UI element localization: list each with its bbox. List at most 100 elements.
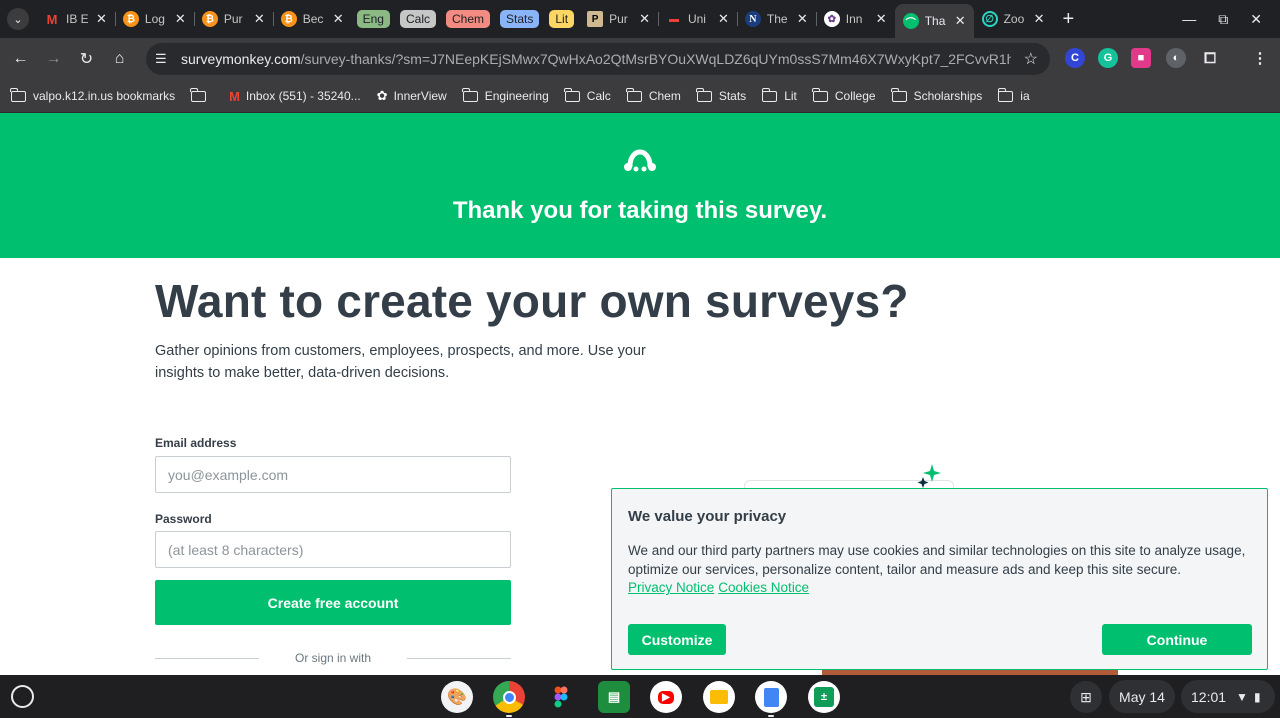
tab[interactable]: ✿ Inn ✕ [815,4,895,34]
bookmark-label: ia [1020,89,1030,103]
close-icon[interactable]: ✕ [955,13,966,29]
password-label: Password [155,512,212,526]
cookies-notice-link[interactable]: Cookies Notice [718,580,809,595]
wifi-icon: ▼ [1236,689,1248,704]
password-field[interactable] [155,531,511,568]
extension-shell-icon[interactable]: ◐ [1166,48,1186,68]
bookmark-folder-ia[interactable]: ia [997,87,1030,103]
tab[interactable]: ₿ Pur ✕ [193,4,273,34]
youtube-icon[interactable]: ▶ [650,681,682,713]
launcher-button[interactable] [11,685,34,708]
close-icon[interactable]: ✕ [254,11,265,27]
bookmark-folder-stats[interactable]: Stats [696,87,746,103]
classroom-icon[interactable]: ▤ [598,681,630,713]
window-controls: — ⧉ ✕ [1182,0,1280,38]
holding-space-icon[interactable]: ⊞ [1070,681,1102,713]
bookmark-folder-scholarships[interactable]: Scholarships [890,87,983,103]
tab[interactable]: ₿ Log ✕ [114,4,194,34]
chrome-icon[interactable] [493,681,525,713]
continue-button[interactable]: Continue [1102,624,1252,655]
figma-glyph [554,686,568,708]
site-info-icon[interactable]: ☰ [155,51,175,67]
bookmark-folder-chem[interactable]: Chem [626,87,681,103]
bookmark-label: Engineering [484,89,549,103]
bitcoin-icon: ₿ [122,11,139,27]
calculator-icon[interactable]: ± [808,681,840,713]
dash-icon: ▬ [668,13,679,25]
privacy-notice-link[interactable]: Privacy Notice [628,580,714,595]
date-pill[interactable]: May 14 [1109,680,1175,713]
grammarly-icon[interactable]: G [1098,48,1118,68]
close-icon[interactable]: ✕ [333,11,344,27]
bookmark-folder-engineering[interactable]: Engineering [462,87,549,103]
tab-separator [736,12,738,26]
restore-icon[interactable]: ⧉ [1218,11,1228,28]
minimize-icon[interactable]: — [1182,11,1196,27]
running-indicator [768,715,774,717]
url-host: surveymonkey.com [181,51,301,67]
tab-separator [272,12,274,26]
divider-left [155,658,259,659]
close-icon[interactable]: ✕ [639,11,650,27]
docs-icon[interactable] [755,681,787,713]
close-icon[interactable]: ✕ [876,11,887,27]
bookmark-folder-college[interactable]: College [812,87,876,103]
create-account-button[interactable]: Create free account [155,580,511,625]
tab[interactable]: ∅ Zoo ✕ [974,4,1053,34]
figma-icon[interactable] [545,681,577,713]
bookmark-folder[interactable] [190,87,213,102]
more-menu-icon[interactable]: ⋮ [1250,48,1270,68]
forward-arrow-icon[interactable]: → [37,43,70,76]
tab[interactable]: ₿ Bec ✕ [272,4,352,34]
puzzle-icon[interactable]: ⧠ [1200,48,1220,68]
tab[interactable]: M IB E ✕ [36,4,115,34]
email-field[interactable] [155,456,511,493]
back-arrow-icon[interactable]: ← [4,43,37,76]
bookmark-star-icon[interactable]: ☆ [1024,49,1038,69]
tab[interactable]: ▬ Uni ✕ [657,4,737,34]
or-sign-in-text: Or sign in with [294,651,372,665]
close-icon[interactable]: ✕ [1034,11,1045,27]
tab-group-eng[interactable]: Eng [356,10,390,28]
tab-group-calc[interactable]: Calc [399,10,436,28]
tab-group-chem[interactable]: Chem [446,10,491,28]
tab-separator [114,12,116,26]
close-icon[interactable]: ✕ [718,11,729,27]
bookmark-folder-lit[interactable]: Lit [761,87,797,103]
email-label: Email address [155,436,237,450]
folder-icon [190,87,207,102]
bookmark-label: Scholarships [913,89,983,103]
paint-icon[interactable]: 🎨 [441,681,473,713]
tab-active[interactable]: ⌒ Tha ✕ [894,4,974,38]
bookmark-label: College [834,89,876,103]
tab-separator [657,12,659,26]
close-icon[interactable]: ✕ [175,11,186,27]
zoom-icon: ∅ [981,11,998,27]
n-icon: N [744,11,761,27]
screen-record-icon[interactable]: ■ [1131,48,1151,68]
bookmark-folder-calc[interactable]: Calc [564,87,611,103]
bookmark-folder-managed[interactable]: valpo.k12.in.us bookmarks [10,87,176,103]
close-window-icon[interactable]: ✕ [1250,11,1262,28]
tab-group-stats[interactable]: Stats [500,10,540,28]
close-icon[interactable]: ✕ [797,11,808,27]
address-bar[interactable]: ☰ surveymonkey.com/survey-thanks/?sm=J7N… [146,43,1050,75]
slides-icon[interactable] [703,681,735,713]
bookmark-inbox[interactable]: M Inbox (551) - 35240... [229,89,361,104]
home-icon[interactable]: ⌂ [103,43,136,76]
bookmark-innerview[interactable]: ✿ InnerView [377,88,447,104]
close-icon[interactable]: ✕ [96,11,107,27]
extension-c-icon[interactable]: C [1065,48,1085,68]
tab[interactable]: N The ✕ [736,4,816,34]
sparkle-icon [917,464,941,488]
new-tab-button[interactable]: + [1063,8,1075,31]
tab-group-lit[interactable]: Lit [549,10,575,28]
status-tray[interactable]: 12:01 ▼ ▮ [1181,680,1275,713]
reload-icon[interactable]: ↻ [70,43,103,76]
customize-button[interactable]: Customize [628,624,726,655]
bookmark-label: valpo.k12.in.us bookmarks [33,89,176,103]
privacy-links: Privacy Notice Cookies Notice [628,579,813,597]
url-text[interactable]: surveymonkey.com/survey-thanks/?sm=J7NEe… [181,51,1011,67]
tab-search-button[interactable]: ⌄ [7,8,29,30]
tab[interactable]: P Pur ✕ [579,4,658,34]
